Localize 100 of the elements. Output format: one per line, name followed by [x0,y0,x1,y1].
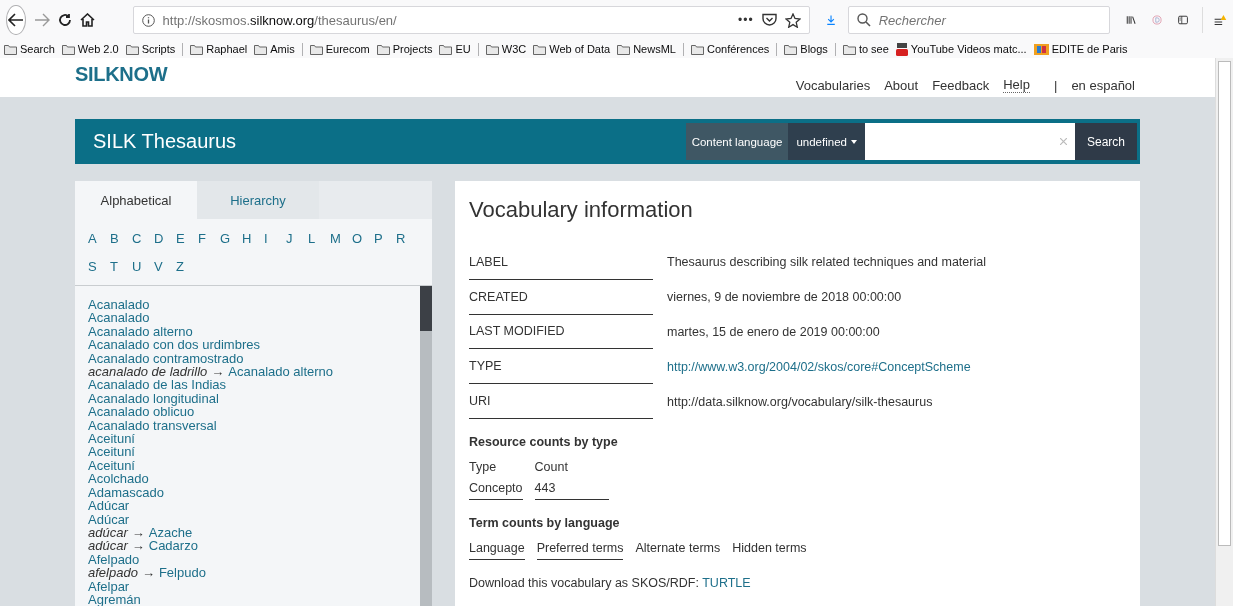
term-link[interactable]: Acolchado [88,471,149,487]
alternate-label: adúcar [88,538,128,554]
term-link[interactable]: Aceituní [88,431,135,447]
term-link[interactable]: Felpudo [158,565,206,581]
term-link[interactable]: Acanalado con dos urdimbres [88,337,260,353]
bookmark-link[interactable]: Conférences [706,43,770,55]
home-icon [79,13,95,27]
nav-link[interactable]: Vocabularies [795,78,871,93]
letter-link[interactable]: A [88,227,100,251]
bookmark-link[interactable]: Blogs [800,43,828,55]
letter-link[interactable]: M [330,227,342,251]
term-link[interactable]: Acanalado oblicuo [88,404,195,420]
folder-icon [842,43,856,55]
library-icon[interactable] [1125,13,1136,27]
term-link[interactable]: Acanalado transversal [88,417,217,433]
search-field[interactable]: Rechercher [847,6,1110,34]
term-link[interactable]: Acanalado longitudinal [88,390,219,406]
info-icon [141,13,155,27]
bookmark-link[interactable]: Raphael [206,43,248,55]
folder-icon [690,43,704,55]
bookmark-link[interactable]: Amis [270,43,295,55]
term-link[interactable]: Acanalado de las Indias [88,377,227,393]
term-link[interactable]: Azache [148,524,193,540]
letter-link[interactable]: B [110,227,122,251]
letter-link[interactable]: P [374,227,386,251]
term-link[interactable]: Adúcar [88,511,130,527]
letter-link[interactable]: I [264,227,276,251]
sidebar-icon[interactable] [1177,13,1188,27]
term-link[interactable]: Afelpado [88,551,140,567]
letter-link[interactable]: F [198,227,210,251]
list-scrollbar[interactable] [420,286,432,606]
column-header: Language [469,538,525,560]
property-link[interactable]: http://www.w3.org/2004/02/skos/core#ConceptScheme [667,359,971,374]
reload-icon [57,13,72,27]
forward-arrow-icon [33,13,50,27]
bookmark-link[interactable]: Search [20,43,55,55]
term-link[interactable]: Afelpar [88,578,130,594]
letter-link[interactable]: T [110,255,122,279]
more-actions-button[interactable]: ••• [738,13,754,27]
table-cell: 443 [534,478,610,500]
letter-link[interactable]: O [352,227,364,251]
term-link[interactable]: Acanalado alterno [228,364,334,380]
column-header: Count [534,459,569,476]
bookmark-link[interactable]: Web of Data [549,43,611,55]
term-link[interactable]: Adamascado [88,484,164,500]
panel-title: Vocabulary information [469,197,694,223]
term-link[interactable]: Aceituní [88,457,135,473]
term-link[interactable]: Aceituní [88,444,135,460]
download-text: Download this vocabulary as SKOS/RDF: [469,576,699,590]
star-icon[interactable] [784,12,801,28]
letter-link[interactable]: L [308,227,320,251]
nav-link[interactable]: Feedback [932,78,990,93]
bookmark-link[interactable]: NewsML [633,43,676,55]
letter-link[interactable]: R [396,227,408,251]
nav-link[interactable]: About [884,78,919,93]
back-button[interactable] [6,5,26,35]
search-field[interactable] [864,123,1075,160]
letter-link[interactable]: S [88,255,100,279]
download-link[interactable]: TURTLE [702,576,751,590]
term-link[interactable]: Acanalado [88,297,150,312]
arrow-icon: → [131,524,145,540]
term-link[interactable]: Acanalado contramostrado [88,350,244,366]
scrollbar-thumb[interactable] [420,286,432,331]
letter-link[interactable]: C [132,227,144,251]
bookmark-link[interactable]: EU [455,43,471,55]
term-link[interactable]: Adúcar [88,498,130,514]
bookmark-link[interactable]: Projects [392,43,433,55]
letter-link[interactable]: V [154,255,166,279]
site-logo[interactable]: SILKNOW [75,58,796,97]
sidebar-tab[interactable]: Alphabetical [75,181,197,219]
letter-link[interactable]: U [132,255,144,279]
scrollbar-thumb[interactable] [1218,61,1231,546]
nav-link[interactable]: en español [1071,78,1135,93]
property-label: LAST MODIFIED [469,324,565,339]
arrow-icon: → [131,538,145,554]
letter-link[interactable]: J [286,227,298,251]
letter-link[interactable]: Z [176,255,188,279]
bookmark-link[interactable]: EDITE de Paris [1051,43,1128,55]
page-scrollbar[interactable] [1215,58,1233,606]
letter-link[interactable]: D [154,227,166,251]
letter-link[interactable]: G [220,227,232,251]
bookmark-link[interactable]: to see [858,43,889,55]
bookmark-link[interactable]: Web 2.0 [77,43,119,55]
search-icon [856,13,871,27]
bookmark-link[interactable]: Scripts [141,43,176,55]
pocket-icon[interactable] [761,13,777,27]
address-bar[interactable]: http://skosmos.silknow.org/thesaurus/en/ ••• [132,6,810,34]
letter-link[interactable]: H [242,227,254,251]
folder-icon [309,43,323,55]
search-button[interactable]: Search [1074,123,1137,160]
bookmark-link[interactable]: W3C [501,43,527,55]
language-dropdown[interactable]: undefined [788,123,865,160]
term-link[interactable]: Cadarzo [148,538,198,554]
letter-link[interactable]: E [176,227,188,251]
term-link[interactable]: Acanalado [88,310,150,326]
bookmark-link[interactable]: Eurecom [325,43,370,55]
bookmark-link[interactable]: YouTube Videos matc... [910,43,1027,55]
sidebar-tab[interactable]: Hierarchy [197,181,319,219]
folder-icon [617,43,631,55]
term-link[interactable]: Acanalado alterno [88,323,193,339]
